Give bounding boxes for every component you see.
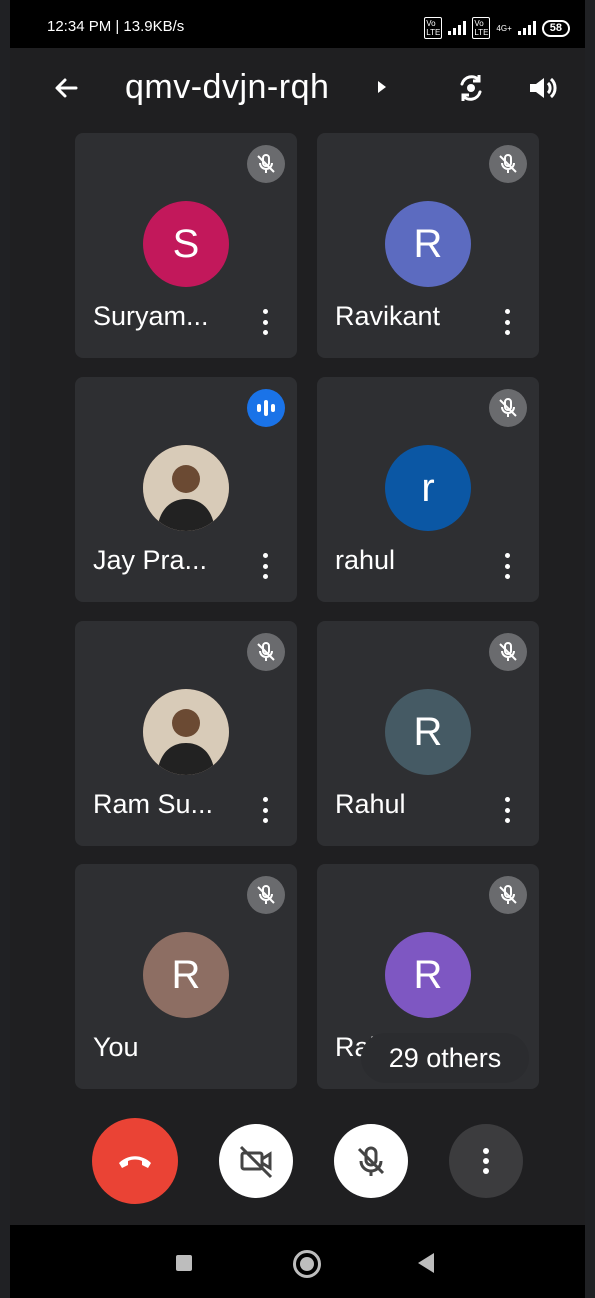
home-icon[interactable] <box>293 1250 321 1278</box>
tile-more-icon[interactable] <box>505 797 511 823</box>
mic-off-icon <box>357 1146 385 1176</box>
switch-camera-icon[interactable] <box>453 70 489 106</box>
mic-muted-icon <box>489 876 527 914</box>
speaker-icon[interactable] <box>526 72 558 104</box>
meeting-header: qmv-dvjn-rqh <box>10 48 585 132</box>
participant-name: Suryam... <box>93 301 209 331</box>
participant-tile[interactable]: R You <box>75 864 297 1089</box>
caret-right-icon[interactable] <box>378 81 386 93</box>
others-count-pill[interactable]: 29 others <box>361 1033 529 1083</box>
participant-tile[interactable]: Ram Su... <box>75 621 297 846</box>
participant-name: You <box>93 1032 139 1062</box>
speaking-indicator-icon <box>247 389 285 427</box>
more-options-button[interactable] <box>449 1124 523 1198</box>
participant-name: Jay Pra... <box>93 545 208 575</box>
camera-off-icon <box>239 1145 273 1179</box>
volte-icon-2: Vo LTE <box>472 17 491 39</box>
end-call-button[interactable] <box>92 1118 178 1204</box>
participant-tile[interactable]: S Suryam... <box>75 133 297 358</box>
tile-more-icon[interactable] <box>263 797 269 823</box>
participant-avatar: r <box>385 445 471 531</box>
tile-more-icon[interactable] <box>263 553 269 579</box>
back-icon[interactable] <box>418 1253 434 1273</box>
more-vertical-icon <box>483 1148 489 1174</box>
participant-tile[interactable]: R Rahul <box>317 621 539 846</box>
mic-muted-icon <box>247 145 285 183</box>
participant-name: rahul <box>335 545 396 575</box>
status-time: 12:34 PM | 13.9KB/s <box>47 18 185 35</box>
participant-avatar: R <box>385 689 471 775</box>
participant-name: Rahul <box>335 789 406 819</box>
participant-avatar <box>143 445 229 531</box>
status-icons: Vo LTE Vo LTE 4G+ 58 <box>424 17 570 39</box>
tile-more-icon[interactable] <box>505 553 511 579</box>
participant-tile[interactable]: r rahul <box>317 377 539 602</box>
mic-muted-icon <box>247 633 285 671</box>
mic-muted-icon <box>489 145 527 183</box>
meeting-code[interactable]: qmv-dvjn-rqh <box>125 68 329 107</box>
participant-avatar: R <box>385 201 471 287</box>
mic-muted-icon <box>489 633 527 671</box>
participant-avatar: S <box>143 201 229 287</box>
participant-tile[interactable]: R Ravikant <box>317 133 539 358</box>
tile-more-icon[interactable] <box>263 309 269 335</box>
status-bar: 12:34 PM | 13.9KB/s Vo LTE Vo LTE 4G+ 58 <box>10 0 585 48</box>
signal-icon <box>448 21 467 35</box>
camera-toggle-button[interactable] <box>219 1124 293 1198</box>
android-nav-bar <box>10 1225 585 1298</box>
phone-hangup-icon <box>119 1156 151 1168</box>
participant-name: Ram Su... <box>93 789 214 819</box>
mic-muted-icon <box>489 389 527 427</box>
participant-avatar: R <box>143 932 229 1018</box>
participant-tile[interactable]: Jay Pra... <box>75 377 297 602</box>
participant-name: Ravikant <box>335 301 441 331</box>
mic-toggle-button[interactable] <box>334 1124 408 1198</box>
back-arrow-icon[interactable] <box>50 72 82 104</box>
participant-avatar: R <box>385 932 471 1018</box>
volte-icon: Vo LTE <box>424 17 443 39</box>
participant-avatar <box>143 689 229 775</box>
battery-icon: 58 <box>541 19 570 37</box>
signal-icon-2 <box>517 21 536 35</box>
tile-more-icon[interactable] <box>505 309 511 335</box>
network-type: 4G+ <box>496 23 512 33</box>
mic-muted-icon <box>247 876 285 914</box>
recents-icon[interactable] <box>176 1255 192 1271</box>
